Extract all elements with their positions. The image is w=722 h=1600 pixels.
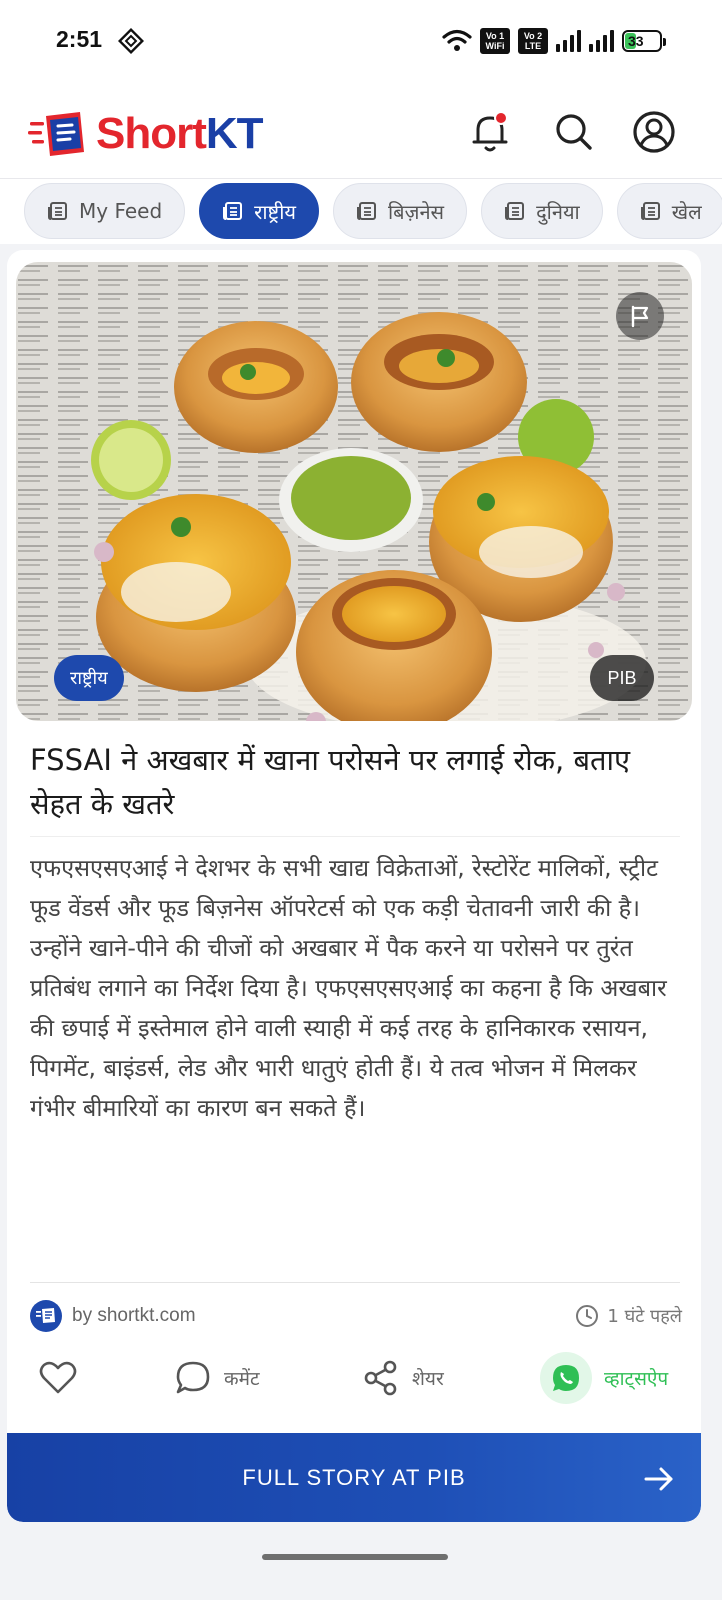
clock-icon <box>576 1305 599 1327</box>
shortkt-logo[interactable]: ShortKT <box>28 108 264 160</box>
tab-business[interactable]: बिज़नेस <box>333 183 468 239</box>
source-info[interactable]: by shortkt.com <box>30 1300 196 1332</box>
logo-text: ShortKT <box>96 109 264 159</box>
like-button[interactable] <box>38 1350 78 1406</box>
status-time: 2:51 <box>56 26 103 52</box>
source-text: by shortkt.com <box>72 1305 196 1326</box>
source-logo-icon <box>30 1300 62 1332</box>
newspaper-icon <box>223 202 243 220</box>
whatsapp-share-button[interactable]: व्हाट्सऐप <box>540 1350 668 1406</box>
source-row: by shortkt.com 1 घंटे पहले <box>30 1298 682 1334</box>
article-body: एफएसएसएआई ने देशभर के सभी खाद्य विक्रेता… <box>30 854 667 1122</box>
sim1-bottom: WiFi <box>485 41 505 51</box>
signal-2-icon <box>589 30 614 52</box>
logo-short: Short <box>96 109 207 158</box>
tab-my-feed[interactable]: My Feed <box>24 183 186 239</box>
battery-icon: 33 <box>622 30 666 52</box>
battery-level: 33 <box>628 33 644 49</box>
publish-time: 1 घंटे पहले <box>575 1304 682 1328</box>
sim2-top: Vo 2 <box>523 31 543 41</box>
status-bar: 2:51 Vo 1 WiFi Vo 2 LTE 33 <box>0 0 722 84</box>
focus-mode-icon <box>118 28 144 54</box>
tab-sports[interactable]: खेल <box>616 183 722 239</box>
app-header: ShortKT <box>0 96 722 176</box>
header-divider <box>0 178 722 179</box>
flag-icon <box>631 305 649 328</box>
tab-label: खेल <box>671 199 702 224</box>
tab-label: My Feed <box>79 199 163 223</box>
profile-icon[interactable] <box>632 110 676 154</box>
newspaper-icon <box>48 202 67 220</box>
signal-1-icon <box>556 30 581 52</box>
source-badge: PIB <box>590 655 654 701</box>
headline-divider <box>30 836 680 837</box>
report-flag-button[interactable] <box>616 292 664 340</box>
food-photo <box>16 262 692 721</box>
sim2-bottom: LTE <box>524 41 542 51</box>
share-icon <box>364 1360 397 1396</box>
sim2-badge: Vo 2 LTE <box>518 28 548 54</box>
comment-icon <box>176 1361 210 1394</box>
full-story-label: FULL STORY AT PIB <box>242 1464 466 1490</box>
comment-label: कमेंट <box>224 1368 260 1390</box>
tab-label: राष्ट्रीय <box>254 199 296 224</box>
meta-divider <box>30 1282 680 1283</box>
home-indicator[interactable] <box>262 1554 448 1560</box>
arrow-right-icon <box>644 1467 673 1491</box>
wifi-icon <box>442 29 472 51</box>
heart-icon <box>39 1361 77 1394</box>
comment-button[interactable]: कमेंट <box>174 1350 260 1406</box>
share-button[interactable]: शेयर <box>362 1350 444 1406</box>
category-tabs: My Feed राष्ट्रीय बिज़नेस दुनिया खेल <box>24 183 722 239</box>
tab-label: बिज़नेस <box>388 199 445 224</box>
logo-mark-icon <box>28 112 84 156</box>
notification-bell-icon[interactable] <box>468 110 512 154</box>
action-bar: कमेंट शेयर व्हाट्सऐप <box>30 1350 682 1406</box>
search-icon[interactable] <box>552 110 596 154</box>
whatsapp-icon <box>553 1365 579 1391</box>
whatsapp-icon-wrap <box>540 1352 592 1404</box>
share-label: शेयर <box>412 1368 444 1390</box>
article-image[interactable]: राष्ट्रीय PIB <box>16 262 692 721</box>
tab-national[interactable]: राष्ट्रीय <box>199 183 319 239</box>
category-badge: राष्ट्रीय <box>54 655 124 701</box>
whatsapp-label: व्हाट्सऐप <box>604 1368 669 1390</box>
sim1-badge: Vo 1 WiFi <box>480 28 510 54</box>
newspaper-icon <box>640 202 660 220</box>
full-story-button[interactable]: FULL STORY AT PIB <box>7 1433 701 1522</box>
newspaper-icon <box>357 202 376 220</box>
news-card: राष्ट्रीय PIB FSSAI ने अखबार में खाना पर… <box>7 250 701 1522</box>
sim1-top: Vo 1 <box>485 31 505 41</box>
status-icons: Vo 1 WiFi Vo 2 LTE 33 <box>442 28 666 54</box>
tab-label: दुनिया <box>536 199 580 224</box>
newspaper-icon <box>505 202 525 220</box>
article-headline: FSSAI ने अखबार में खाना परोसने पर लगाई र… <box>30 743 631 821</box>
logo-kt: KT <box>205 109 264 158</box>
tab-world[interactable]: दुनिया <box>481 183 603 239</box>
time-ago: 1 घंटे पहले <box>607 1306 682 1327</box>
